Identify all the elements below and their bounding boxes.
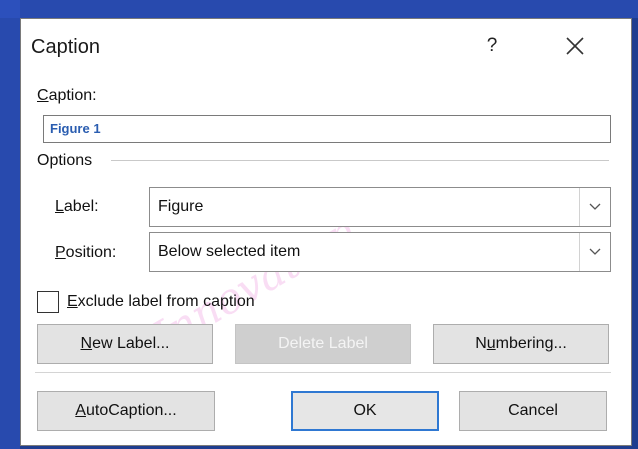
position-field-mnemonic: P xyxy=(55,244,66,261)
cancel-button[interactable]: Cancel xyxy=(459,391,607,431)
position-field-label-text: osition: xyxy=(65,244,117,261)
autocaption-mnemonic: A xyxy=(75,402,86,419)
autocaption-text: utoCaption... xyxy=(85,402,177,419)
help-button[interactable]: ? xyxy=(479,31,505,61)
label-select[interactable]: Figure xyxy=(149,187,611,227)
caption-label: Caption: xyxy=(37,87,97,105)
position-field-label: Position: xyxy=(55,244,116,262)
caption-input[interactable]: Figure 1 xyxy=(43,115,611,143)
label-field-label: Label: xyxy=(55,198,99,216)
new-label-mnemonic: N xyxy=(80,335,93,352)
new-label-button[interactable]: New Label... xyxy=(37,324,213,364)
close-button[interactable] xyxy=(560,31,590,61)
caption-label-text: aption: xyxy=(48,87,97,104)
title-bar: Caption ? xyxy=(21,19,631,75)
dialog-title: Caption xyxy=(31,36,100,58)
ok-button[interactable]: OK xyxy=(291,391,439,431)
label-select-value: Figure xyxy=(158,198,204,215)
options-divider xyxy=(111,160,609,161)
position-select[interactable]: Below selected item xyxy=(149,232,611,272)
exclude-label-mnemonic: E xyxy=(67,293,78,310)
autocaption-button[interactable]: AutoCaption... xyxy=(37,391,215,431)
button-separator xyxy=(35,372,611,373)
numbering-mnemonic: u xyxy=(486,335,496,352)
label-field-label-text: abel: xyxy=(63,198,99,215)
label-select-dropdown[interactable] xyxy=(579,188,610,226)
exclude-label-text[interactable]: Exclude label from caption xyxy=(67,293,255,311)
new-label-text: ew Label... xyxy=(92,335,170,352)
position-select-value: Below selected item xyxy=(158,243,301,260)
label-field-mnemonic: L xyxy=(55,198,64,215)
background-stripe xyxy=(0,0,20,449)
options-heading: Options xyxy=(37,152,93,169)
delete-label-button[interactable]: Delete Label xyxy=(235,324,411,364)
numbering-button[interactable]: Numbering... xyxy=(433,324,609,364)
exclude-label-rest: xclude label from caption xyxy=(77,293,255,310)
numbering-text-rest: mbering... xyxy=(495,335,567,352)
close-icon xyxy=(566,37,584,55)
caption-label-mnemonic: C xyxy=(37,87,49,104)
numbering-text-pre: N xyxy=(475,335,487,352)
caption-dialog: Innovation Caption ? Caption: Figure 1 O… xyxy=(20,18,632,446)
background-stripe xyxy=(0,0,638,18)
chevron-down-icon xyxy=(589,203,601,210)
chevron-down-icon xyxy=(589,248,601,255)
exclude-label-checkbox[interactable] xyxy=(37,291,59,313)
position-select-dropdown[interactable] xyxy=(579,233,610,271)
